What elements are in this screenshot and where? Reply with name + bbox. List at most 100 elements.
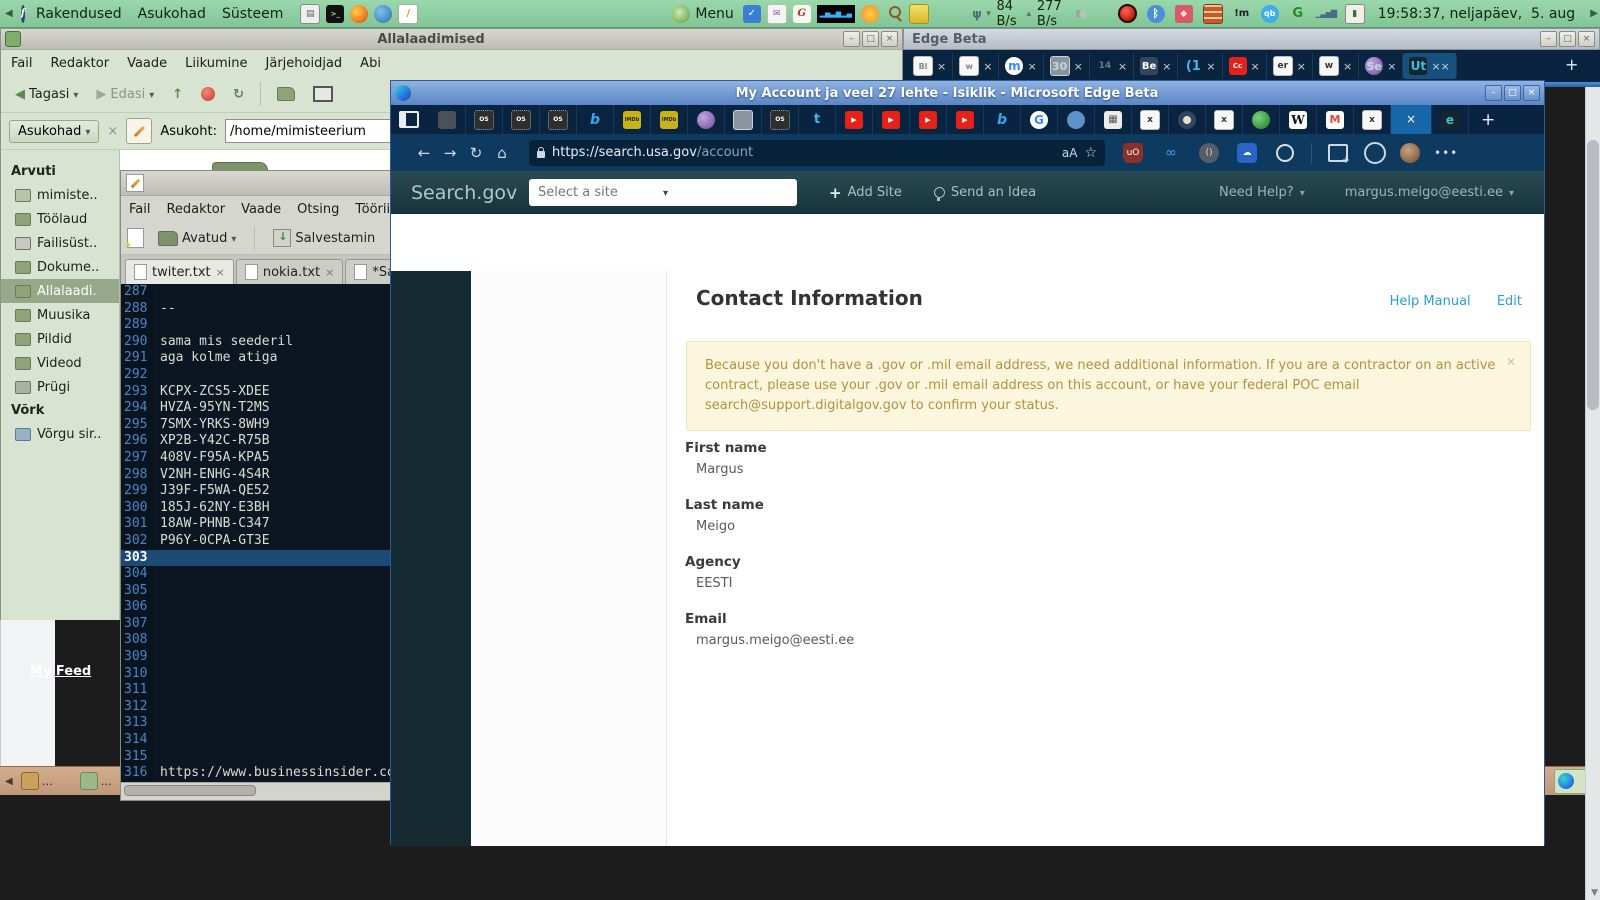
pictures-folder-task[interactable]: … [18,770,74,793]
scrollbar-thumb[interactable] [124,784,256,796]
profile-settings-icon[interactable] [1364,141,1386,164]
menu-item[interactable]: Vaade [241,202,281,217]
minimize-button[interactable]: – [843,31,860,47]
browser-tab[interactable]: IMDb [651,105,688,134]
sidebar-item[interactable]: mimiste.. [1,183,119,207]
qbittorrent-icon[interactable]: qb [1260,4,1279,23]
browser-tab[interactable]: ▶ [836,105,873,134]
browser-tab[interactable]: w [953,53,1000,79]
browser-tab[interactable]: Ut × [1403,53,1457,79]
menu-launcher-icon[interactable] [672,4,691,23]
menu-item[interactable]: Redaktor [50,56,109,71]
forward-icon[interactable]: → [437,144,463,162]
menu-item[interactable]: Otsing [297,202,339,217]
panel-collapse-icon[interactable]: ◀ [0,8,18,19]
browser-tab[interactable]: ▶ [947,105,984,134]
browser-tab[interactable]: OS [762,105,799,134]
sidebar-item[interactable]: Pildid [1,327,119,351]
tasks-icon[interactable]: ✓ [742,4,761,23]
browser-tab[interactable]: ▶ [910,105,947,134]
forward-button[interactable]: Edasi [90,84,160,105]
minimize-button[interactable]: – [1485,85,1502,101]
edit-location-toggle[interactable] [126,118,153,144]
browser-tab[interactable]: er [1267,53,1313,79]
browser-tab[interactable] [1169,105,1206,134]
cloud-extension-icon[interactable]: ☁ [1237,142,1257,163]
browser-tab[interactable]: m [999,53,1044,79]
favorites-star-icon[interactable] [1084,145,1097,161]
sidebar-item[interactable]: Allalaadi. [1,279,119,303]
extension-icon[interactable] [1276,143,1294,162]
fedora-menu-icon[interactable]: f [20,4,26,23]
record-icon[interactable] [1117,4,1137,23]
tab-close-icon[interactable] [1251,60,1260,73]
browser-tab[interactable]: G [1021,105,1058,134]
extension-icon[interactable]: () [1199,142,1219,163]
gpu-icon[interactable]: G [1289,5,1307,23]
package-icon[interactable]: ◆ [1174,4,1193,23]
signal-icon[interactable]: ▁▃▅▇ [1315,5,1337,23]
browser-tab[interactable] [1243,105,1280,134]
taskbar-scroll-left-icon[interactable]: ◀ [0,776,18,787]
notification-icon[interactable] [860,4,879,23]
volume-icon[interactable] [1076,5,1086,23]
browser-tab[interactable]: x [1354,105,1391,134]
new-tab-button[interactable]: + [1555,55,1588,74]
sidebar-item[interactable]: Dokume.. [1,255,119,279]
firefox-icon[interactable] [350,4,369,23]
browser-tab[interactable]: ▦ [1095,105,1132,134]
editor-tab[interactable]: nokia.txt [235,259,344,284]
need-help-menu[interactable]: Need Help? [1219,185,1305,200]
browser-tab[interactable] [1058,105,1095,134]
browser-tab[interactable]: w [1313,53,1360,79]
browser-tab[interactable]: e [1432,105,1469,134]
save-button[interactable]: Salvestamin [267,226,381,250]
tab-close-icon[interactable] [1343,60,1352,73]
send-idea-button[interactable]: Send an Idea [933,185,1036,201]
reload-button[interactable] [227,84,250,105]
avatar[interactable] [1400,142,1420,163]
ublock-extension-icon[interactable]: uO [1123,142,1143,163]
send-icon[interactable] [908,3,929,24]
power-icon[interactable]: ▮ [1344,3,1365,24]
tab-close-icon[interactable] [325,265,334,280]
tab-close-icon[interactable] [1074,60,1083,73]
tab-close-icon[interactable] [937,60,946,73]
browser-tab[interactable]: t [799,105,836,134]
browser-tab[interactable] [688,105,725,134]
gatx-icon[interactable]: G [792,4,811,23]
translate-icon[interactable]: aA [1062,146,1078,160]
tab-close-icon[interactable] [1297,60,1306,73]
menu-item[interactable]: Fail [129,202,150,217]
mail-clock-icon[interactable]: ✉ [766,3,787,24]
browser-tab[interactable]: b [984,105,1021,134]
background-edge-window[interactable]: Edge Beta – □ × Bl w m [903,28,1600,87]
my-feed-link[interactable]: My Feed [30,664,91,679]
browser-tab[interactable]: x [1132,105,1169,134]
searchgov-brand[interactable]: Search.gov [391,182,529,204]
terminal-icon[interactable]: >_ [326,4,345,23]
panel-menu[interactable]: Süsteem [214,6,291,22]
maximize-button[interactable]: □ [862,31,879,47]
edge-titlebar[interactable]: My Account ja veel 27 lehte - Isiklik - … [391,81,1544,105]
browser-tab[interactable]: x [1206,105,1243,134]
new-document-icon[interactable] [124,228,144,251]
thunderbird-icon[interactable] [374,4,393,23]
menu-item[interactable]: Järjehoidjad [266,56,343,71]
chevron-down-icon[interactable] [231,231,236,246]
account-menu[interactable]: margus.meigo@eesti.ee [1345,185,1514,200]
browser-tab[interactable]: ▶ [873,105,910,134]
browser-tab[interactable]: Cc [1223,53,1267,79]
sidebar-item[interactable]: Võrgu sir.. [1,422,119,446]
dismiss-warning-icon[interactable]: ✕ [1506,352,1516,372]
link-extension-icon[interactable]: ∞ [1161,143,1181,163]
browser-tab[interactable]: (1 [1178,53,1223,79]
home-icon[interactable]: ⌂ [489,144,515,162]
back-dropdown-icon[interactable] [73,87,78,102]
editor-tab[interactable]: twiter.txt [125,259,234,284]
browser-tab[interactable]: 30 [1044,53,1090,79]
sidebar-item[interactable]: Failisüst.. [1,231,119,255]
sidebar-item[interactable]: Muusika [1,303,119,327]
scrollbar-down-arrow[interactable]: ▼ [1591,888,1598,898]
menu-launcher-label[interactable]: Menu [695,6,739,22]
